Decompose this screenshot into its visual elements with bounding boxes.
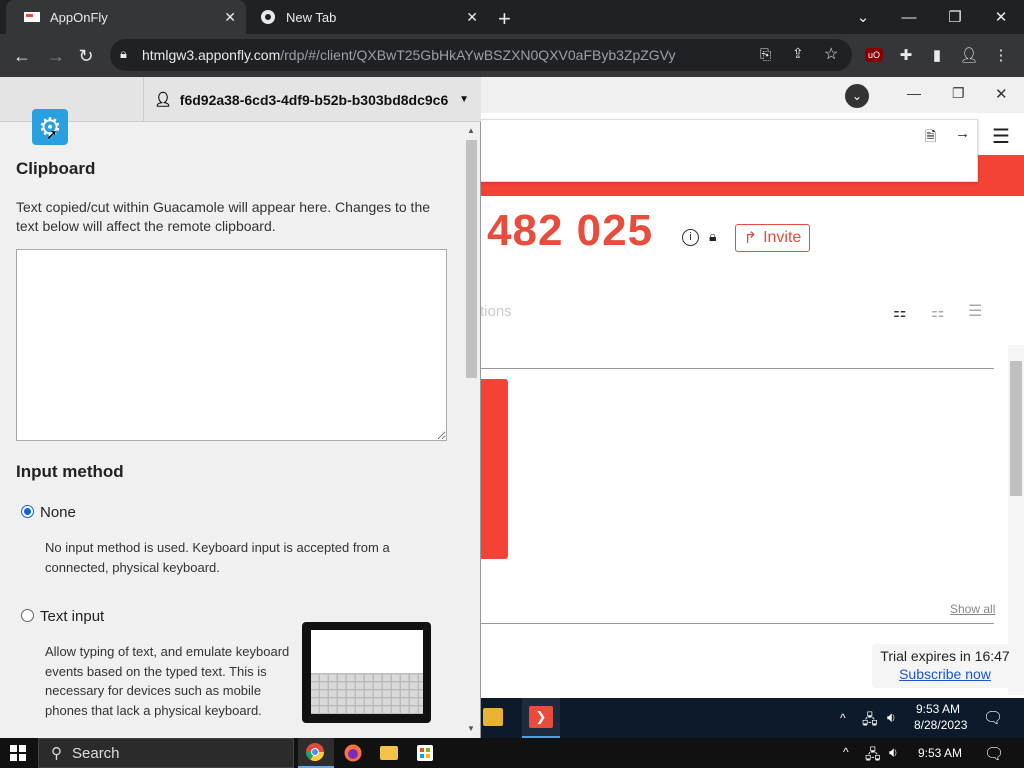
input-method-text-radio[interactable] xyxy=(21,609,34,622)
divider xyxy=(480,368,994,369)
remote-network-icon[interactable]: 🖧︎ xyxy=(862,709,878,733)
remote-download-icon[interactable]: ⌄ xyxy=(845,84,869,108)
restore-button[interactable]: ❐ xyxy=(932,0,978,34)
invite-button[interactable]: ↱ Invite xyxy=(735,224,810,252)
input-method-none-radio[interactable] xyxy=(21,505,34,518)
remote-apponfly-icon: ❯ xyxy=(529,706,553,728)
close-tab-icon[interactable]: ✕ xyxy=(466,9,478,26)
taskbar-clock[interactable]: 9:53 AM xyxy=(918,746,962,760)
trial-notice: Trial expires in 16:47 Subscribe now xyxy=(872,644,1018,688)
clipboard-description: Text copied/cut within Guacamole will ap… xyxy=(16,199,431,234)
firefox-icon xyxy=(344,744,362,762)
remote-go-arrow-icon[interactable]: → xyxy=(955,125,970,142)
remote-notifications-icon[interactable]: 🗨︎ xyxy=(983,708,1003,728)
grid-small-view-icon[interactable]: ⚏ xyxy=(931,303,944,321)
taskbar-search[interactable]: ⚲ Search xyxy=(38,738,294,768)
user-menu-dropdown[interactable]: 👤︎ f6d92a38-6cd3-4df9-b52b-b303bd8dc9c6 … xyxy=(143,77,481,122)
remote-volume-icon[interactable]: 🔉︎ xyxy=(887,709,896,726)
chrome-favicon-icon xyxy=(261,10,275,24)
reload-icon[interactable]: ↻ xyxy=(74,44,98,68)
clipboard-heading: Clipboard xyxy=(16,159,96,178)
network-icon[interactable]: 🖧︎ xyxy=(865,744,881,768)
tab-apponfly[interactable]: AppOnFly ✕ xyxy=(6,0,246,34)
remote-scroll-thumb[interactable] xyxy=(1010,361,1022,496)
remote-id-number: 482 025 xyxy=(487,206,654,255)
divider xyxy=(480,623,994,624)
remote-restore-button[interactable]: ❐ xyxy=(952,85,965,102)
search-icon: ⚲ xyxy=(51,745,62,762)
tab-search-chevron-icon[interactable]: ⌄ xyxy=(840,0,886,34)
remote-minimize-button[interactable]: — xyxy=(907,85,921,101)
remote-tray-chevron-icon[interactable]: ^ xyxy=(840,711,846,725)
scroll-up-arrow-icon[interactable]: ▲ xyxy=(467,126,475,135)
chrome-icon xyxy=(306,743,324,761)
tab-new-tab[interactable]: New Tab ✕ xyxy=(248,0,488,34)
lock-icon: 🔒︎ xyxy=(120,46,127,61)
remote-tab-label[interactable]: tions xyxy=(480,303,512,320)
profile-avatar-icon[interactable]: 👤︎ xyxy=(958,44,980,66)
remote-scrollbar[interactable] xyxy=(1008,345,1024,695)
remote-page-icon[interactable]: 🗎︎ xyxy=(925,126,936,150)
scroll-down-arrow-icon[interactable]: ▼ xyxy=(467,724,475,733)
remote-close-button[interactable]: ✕ xyxy=(995,85,1008,103)
remote-address-box[interactable]: 🗎︎ → xyxy=(480,119,978,182)
input-method-none-label[interactable]: None xyxy=(40,504,76,521)
grid-large-view-icon[interactable]: ⚏ xyxy=(893,303,906,321)
apponfly-favicon-icon xyxy=(24,12,40,22)
folder-icon xyxy=(380,746,398,760)
remote-clock[interactable]: 9:53 AM 8/28/2023 xyxy=(914,701,967,733)
notifications-icon[interactable]: 🗨︎ xyxy=(984,744,1004,764)
caret-down-icon: ▼ xyxy=(459,94,469,105)
show-all-link[interactable]: Show all xyxy=(950,602,995,616)
bookmark-star-icon[interactable]: ☆ xyxy=(824,44,838,64)
volume-icon[interactable]: 🔉︎ xyxy=(889,744,898,761)
store-bag-icon xyxy=(417,745,433,761)
username: f6d92a38-6cd3-4df9-b52b-b303bd8dc9c6 xyxy=(179,91,449,108)
tab-title: AppOnFly xyxy=(50,9,108,25)
side-panel-icon[interactable]: ▮ xyxy=(926,44,948,66)
info-icon[interactable]: i xyxy=(682,229,699,246)
tab-title: New Tab xyxy=(286,9,337,25)
extensions-puzzle-icon[interactable]: ✚ xyxy=(895,44,917,66)
list-view-icon[interactable]: ☰ xyxy=(968,301,982,321)
share-icon[interactable]: ⇪ xyxy=(792,45,804,62)
install-app-icon[interactable]: ⎘ xyxy=(760,46,771,63)
remote-app-tile[interactable] xyxy=(480,379,508,559)
address-bar[interactable]: 🔒︎ htmlgw3.apponfly.com/rdp/#/client/QXB… xyxy=(110,39,852,71)
remote-window-titlebar xyxy=(480,77,1024,113)
menu-kebab-icon[interactable]: ⋮ xyxy=(990,44,1012,66)
mouse-cursor-icon: ➚ xyxy=(46,126,58,142)
input-method-none-description: No input method is used. Keyboard input … xyxy=(45,540,390,575)
remote-hamburger-icon[interactable]: ☰ xyxy=(992,124,1010,149)
user-icon: 👤︎ xyxy=(154,91,172,107)
lock-icon: 🔒︎ xyxy=(709,228,717,244)
ublock-extension-icon[interactable]: uO xyxy=(863,44,885,66)
taskbar-firefox[interactable] xyxy=(340,740,366,766)
taskbar-file-explorer[interactable] xyxy=(376,740,402,766)
taskbar-chrome[interactable] xyxy=(298,738,334,768)
panel-scroll-thumb[interactable] xyxy=(466,140,477,378)
close-tab-icon[interactable]: ✕ xyxy=(224,9,236,26)
remote-file-explorer-icon[interactable] xyxy=(483,708,503,726)
forward-icon[interactable]: → xyxy=(44,44,68,68)
input-method-text-label[interactable]: Text input xyxy=(40,608,104,625)
minimize-button[interactable]: — xyxy=(886,0,932,34)
clipboard-textarea[interactable] xyxy=(16,249,447,441)
trial-text: Trial expires in 16:47 xyxy=(880,648,1010,664)
url-text: htmlgw3.apponfly.com/rdp/#/client/QXBwT2… xyxy=(142,47,676,63)
windows-logo-icon xyxy=(10,745,26,761)
subscribe-link[interactable]: Subscribe now xyxy=(872,666,1018,682)
share-arrow-icon: ↱ xyxy=(743,230,758,247)
tablet-keyboard xyxy=(311,673,423,714)
windows-start-icon[interactable] xyxy=(0,738,36,768)
new-tab-button[interactable]: + xyxy=(498,6,511,32)
close-window-button[interactable]: ✕ xyxy=(978,0,1024,34)
input-method-heading: Input method xyxy=(16,462,124,481)
input-method-text-description: Allow typing of text, and emulate keyboa… xyxy=(45,644,290,718)
tray-chevron-icon[interactable]: ^ xyxy=(843,745,849,759)
remote-app-taskbar-item[interactable]: ❯ xyxy=(522,698,560,738)
taskbar-store[interactable] xyxy=(412,740,438,766)
back-icon[interactable]: ← xyxy=(10,44,34,68)
